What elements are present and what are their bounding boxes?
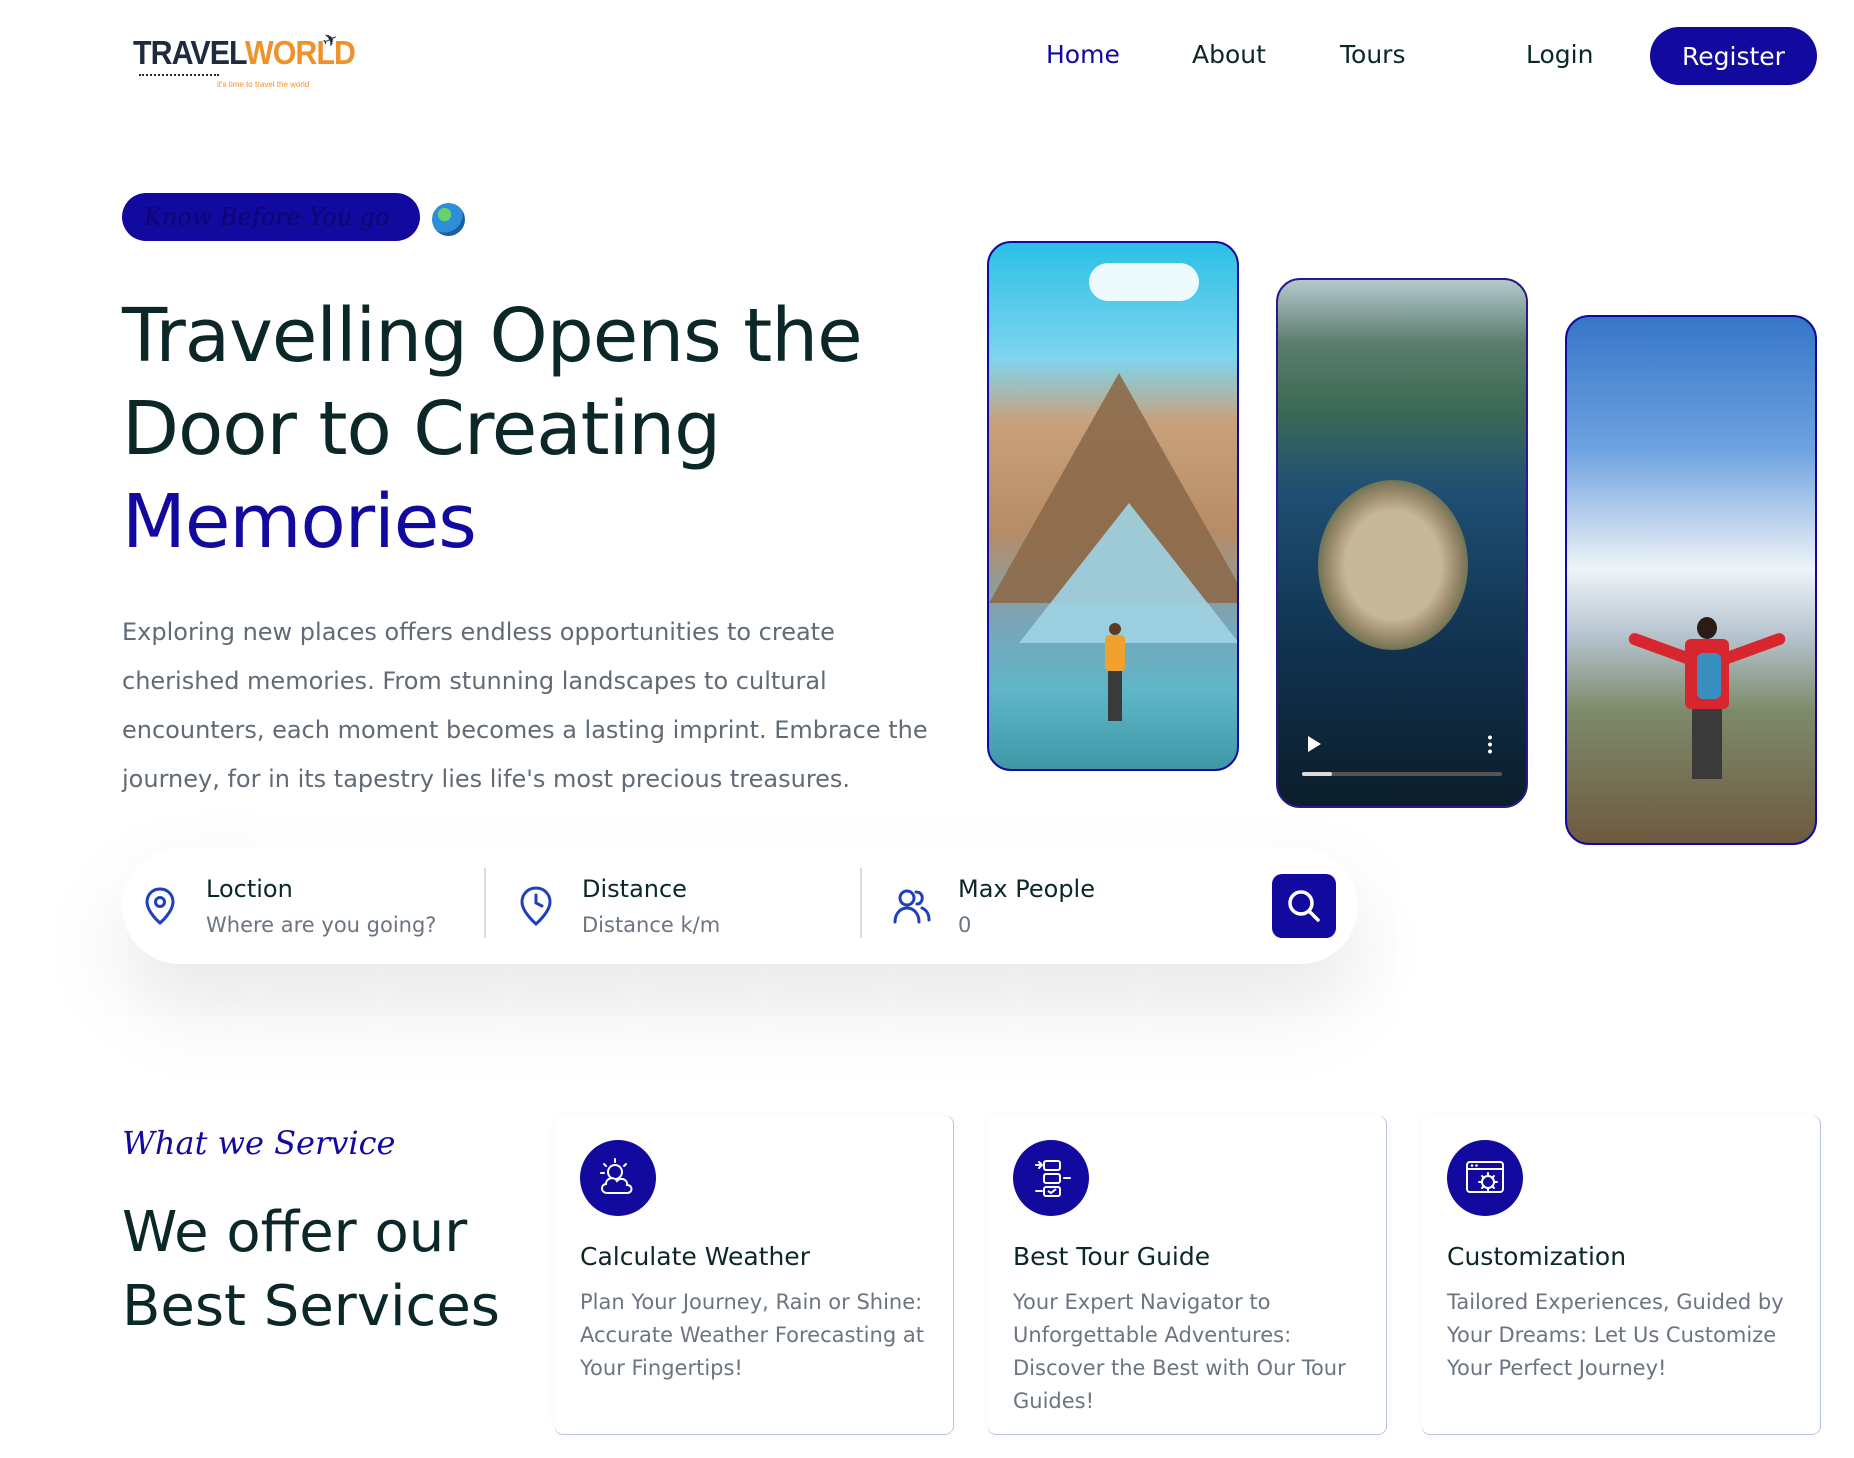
services-title-line-1: We offer our bbox=[122, 1200, 468, 1265]
island-fort bbox=[1318, 480, 1468, 650]
hero-title-accent: Memories bbox=[122, 479, 477, 565]
service-card-title: Calculate Weather bbox=[580, 1242, 810, 1271]
hero-description: Exploring new places offers endless oppo… bbox=[122, 618, 928, 793]
services-subtitle: What we Service bbox=[122, 1124, 396, 1162]
more-options-icon[interactable] bbox=[1488, 734, 1492, 754]
nav-tours[interactable]: Tours bbox=[1340, 40, 1405, 69]
hero-title-line-1: Travelling Opens the bbox=[122, 293, 863, 379]
cloud bbox=[1089, 263, 1199, 301]
service-card-customization: Customization Tailored Experiences, Guid… bbox=[1422, 1116, 1820, 1434]
globe-icon bbox=[432, 203, 465, 236]
nav-home[interactable]: Home bbox=[1046, 40, 1120, 69]
users-icon bbox=[892, 886, 932, 926]
weather-icon bbox=[580, 1140, 656, 1216]
location-label: Loction bbox=[206, 875, 293, 903]
hero-title-line-2: Door to Creating bbox=[122, 386, 721, 472]
video-progress-bar[interactable] bbox=[1302, 772, 1502, 776]
service-card-description: Tailored Experiences, Guided by Your Dre… bbox=[1447, 1290, 1784, 1380]
people-field[interactable]: Max People 0 bbox=[892, 848, 1095, 964]
location-pin-icon bbox=[140, 886, 180, 926]
service-card-description: Plan Your Journey, Rain or Shine: Accura… bbox=[580, 1290, 924, 1380]
traveler-figure bbox=[1105, 623, 1125, 733]
logo[interactable]: TRAVELWORLD ✈ it's time to travel the wo… bbox=[133, 28, 356, 96]
hiker-figure bbox=[1627, 617, 1787, 797]
distance-label: Distance bbox=[582, 875, 687, 903]
login-button[interactable]: Login bbox=[1526, 40, 1593, 69]
people-input[interactable]: 0 bbox=[958, 913, 1095, 937]
hero-image-louvre bbox=[987, 241, 1239, 771]
distance-field[interactable]: Distance Distance k/m bbox=[516, 848, 720, 964]
hero-badge: Know Before You go bbox=[122, 193, 420, 241]
customize-icon bbox=[1447, 1140, 1523, 1216]
play-icon[interactable] bbox=[1308, 736, 1321, 752]
people-label: Max People bbox=[958, 875, 1095, 903]
register-button[interactable]: Register bbox=[1650, 27, 1817, 85]
clock-pin-icon bbox=[516, 886, 556, 926]
logo-tagline: it's time to travel the world bbox=[217, 80, 310, 89]
hero-image-hiker bbox=[1565, 315, 1817, 845]
location-field[interactable]: Loction Where are you going? bbox=[140, 848, 436, 964]
glass-pyramid-shape bbox=[1019, 503, 1237, 643]
service-card-description: Your Expert Navigator to Unforgettable A… bbox=[1013, 1290, 1346, 1413]
distance-input[interactable]: Distance k/m bbox=[582, 913, 720, 937]
service-card-weather: Calculate Weather Plan Your Journey, Rai… bbox=[555, 1116, 953, 1434]
service-card-title: Best Tour Guide bbox=[1013, 1242, 1211, 1271]
nav-about[interactable]: About bbox=[1192, 40, 1266, 69]
service-card-title: Customization bbox=[1447, 1242, 1627, 1271]
guide-icon bbox=[1013, 1140, 1089, 1216]
search-bar: Loction Where are you going? Distance Di… bbox=[122, 848, 1358, 964]
search-button[interactable] bbox=[1272, 874, 1336, 938]
hero-badge-text: Know Before You go bbox=[144, 203, 390, 231]
logo-flight-path bbox=[139, 74, 219, 76]
location-input[interactable]: Where are you going? bbox=[206, 913, 436, 937]
services-title: We offer our Best Services bbox=[122, 1196, 562, 1344]
services-title-line-2: Best Services bbox=[122, 1274, 500, 1339]
hero-title: Travelling Opens the Door to Creating Me… bbox=[122, 290, 942, 569]
divider bbox=[860, 868, 862, 938]
service-card-guide: Best Tour Guide Your Expert Navigator to… bbox=[988, 1116, 1386, 1434]
divider bbox=[484, 868, 486, 938]
search-icon bbox=[1288, 890, 1320, 922]
hero-video-island[interactable] bbox=[1276, 278, 1528, 808]
